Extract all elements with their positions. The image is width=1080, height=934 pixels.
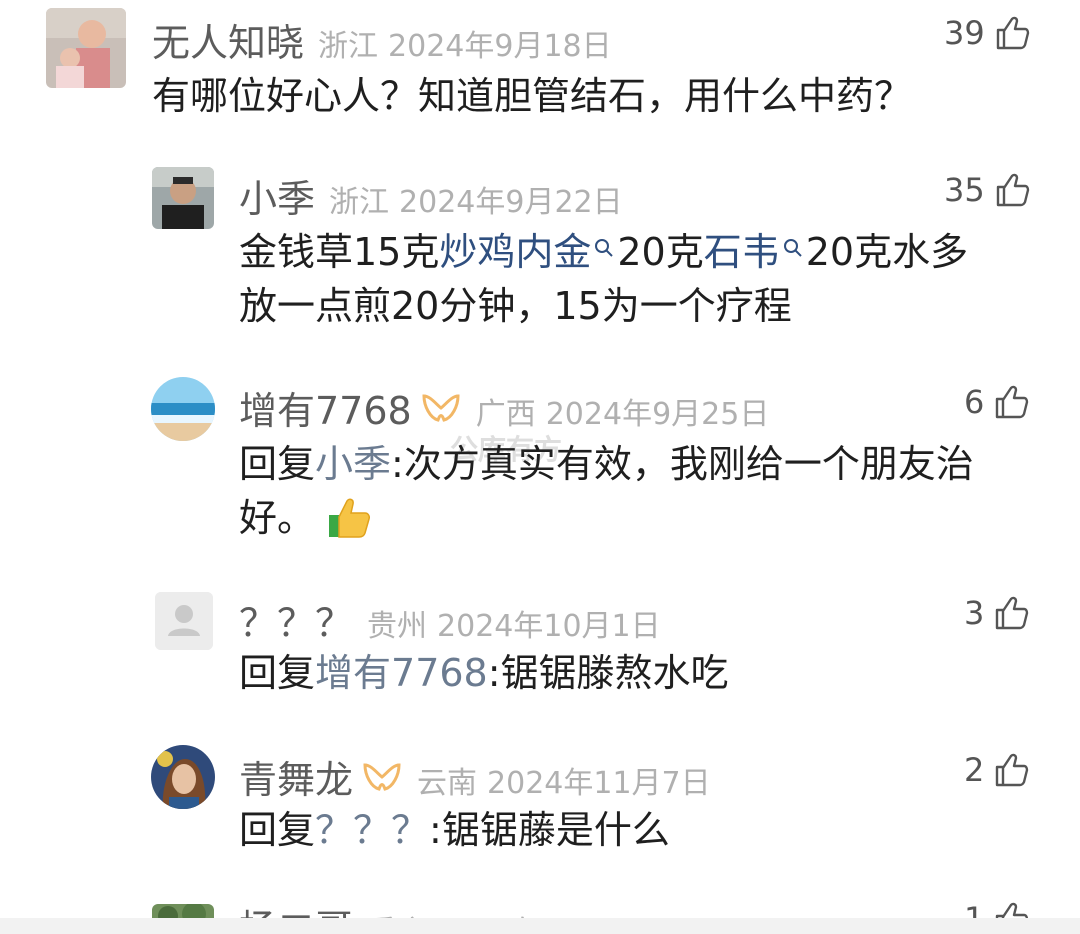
comment-line: 放一点煎20分钟，15为一个疗程 (239, 284, 792, 328)
reply-prefix: 回复 (239, 651, 316, 695)
bottom-bar (0, 918, 1080, 934)
avatar[interactable] (151, 377, 215, 441)
reply-target[interactable]: 小季 (315, 442, 391, 486)
comment-header: 小季 浙江 2024年9月22日 (239, 168, 623, 223)
date-label: 2024年9月25日 (545, 397, 770, 432)
region-label: 贵州 (367, 609, 428, 644)
comment-line: 回复小季:次方真实有效，我刚给一个朋友治 (239, 442, 974, 486)
comment-header: 青舞龙 云南 2024年11月7日 (239, 749, 711, 804)
username[interactable]: 小季 (239, 168, 315, 223)
username[interactable]: 增有7768 (239, 380, 412, 435)
like-button[interactable]: 39 (944, 14, 1031, 52)
comment-text: 金钱草15克炒鸡内金 20克石韦 20克水多 放一点煎20分钟，15为一个疗程 (239, 225, 1049, 333)
region-label: 广西 (475, 397, 536, 432)
vip-badge-icon (363, 762, 401, 791)
username[interactable]: 青舞龙 (239, 749, 353, 804)
avatar[interactable] (151, 745, 215, 809)
avatar[interactable] (155, 592, 213, 650)
comment-text: 有哪位好心人？知道胆管结石，用什么中药？ (152, 74, 913, 118)
like-button[interactable]: 2 (964, 751, 1030, 789)
thumbs-up-emoji (329, 498, 371, 538)
avatar[interactable] (152, 167, 214, 229)
like-count: 6 (964, 383, 985, 421)
region-label: 云南 (417, 766, 478, 801)
like-count: 2 (964, 751, 985, 789)
search-icon[interactable] (593, 237, 615, 259)
vip-badge-icon (422, 393, 460, 422)
reply-prefix: 回复 (239, 808, 316, 852)
thumbs-up-icon (996, 596, 1029, 630)
region-label: 浙江 (318, 29, 379, 64)
comment-line: 金钱草15克炒鸡内金 20克石韦 20克水多 (239, 230, 969, 274)
comment-header: 无人知晓 浙江 2024年9月18日 (152, 12, 612, 67)
like-button[interactable]: 6 (964, 383, 1030, 421)
like-button[interactable]: 3 (964, 594, 1030, 632)
comment-line: 好。 (239, 491, 1049, 545)
default-user-icon (155, 592, 213, 650)
username[interactable]: 无人知晓 (152, 12, 304, 67)
keyword-link[interactable]: 炒鸡内金 (439, 230, 591, 274)
like-count: 35 (944, 171, 985, 209)
thumbs-up-icon (996, 753, 1029, 787)
reply-prefix: 回复 (239, 442, 316, 486)
date-label: 2024年10月1日 (437, 609, 661, 644)
reply-target[interactable]: ？？？ (315, 808, 429, 852)
search-icon[interactable] (782, 237, 804, 259)
date-label: 2024年9月18日 (388, 29, 612, 64)
like-count: 3 (964, 594, 985, 632)
thumbs-up-icon (996, 16, 1029, 50)
thumbs-up-icon (996, 385, 1029, 419)
comment-text: 回复增有7768:锯锯滕熬水吃 (239, 651, 729, 695)
comment-text: 回复？？？:锯锯藤是什么 (239, 808, 670, 852)
region-label: 浙江 (329, 185, 390, 220)
like-count: 39 (944, 14, 985, 52)
reply-target[interactable]: 增有7768 (315, 651, 488, 695)
date-label: 2024年9月22日 (399, 185, 623, 220)
thumbs-up-icon (996, 173, 1029, 207)
username[interactable]: ？？？ (239, 592, 353, 647)
keyword-link[interactable]: 石韦 (704, 230, 780, 274)
date-label: 2024年11月7日 (487, 766, 711, 801)
avatar[interactable] (46, 8, 126, 88)
comment-header: ？？？ 贵州 2024年10月1日 (239, 592, 661, 647)
comment-header: 增有7768 广西 2024年9月25日 (239, 380, 769, 435)
comment-text: 回复小季:次方真实有效，我刚给一个朋友治 好。 (239, 437, 1049, 545)
like-button[interactable]: 35 (944, 171, 1031, 209)
comment-page: 无人知晓 浙江 2024年9月18日 39 有哪位好心人？知道胆管结石，用什么中… (0, 0, 1080, 934)
